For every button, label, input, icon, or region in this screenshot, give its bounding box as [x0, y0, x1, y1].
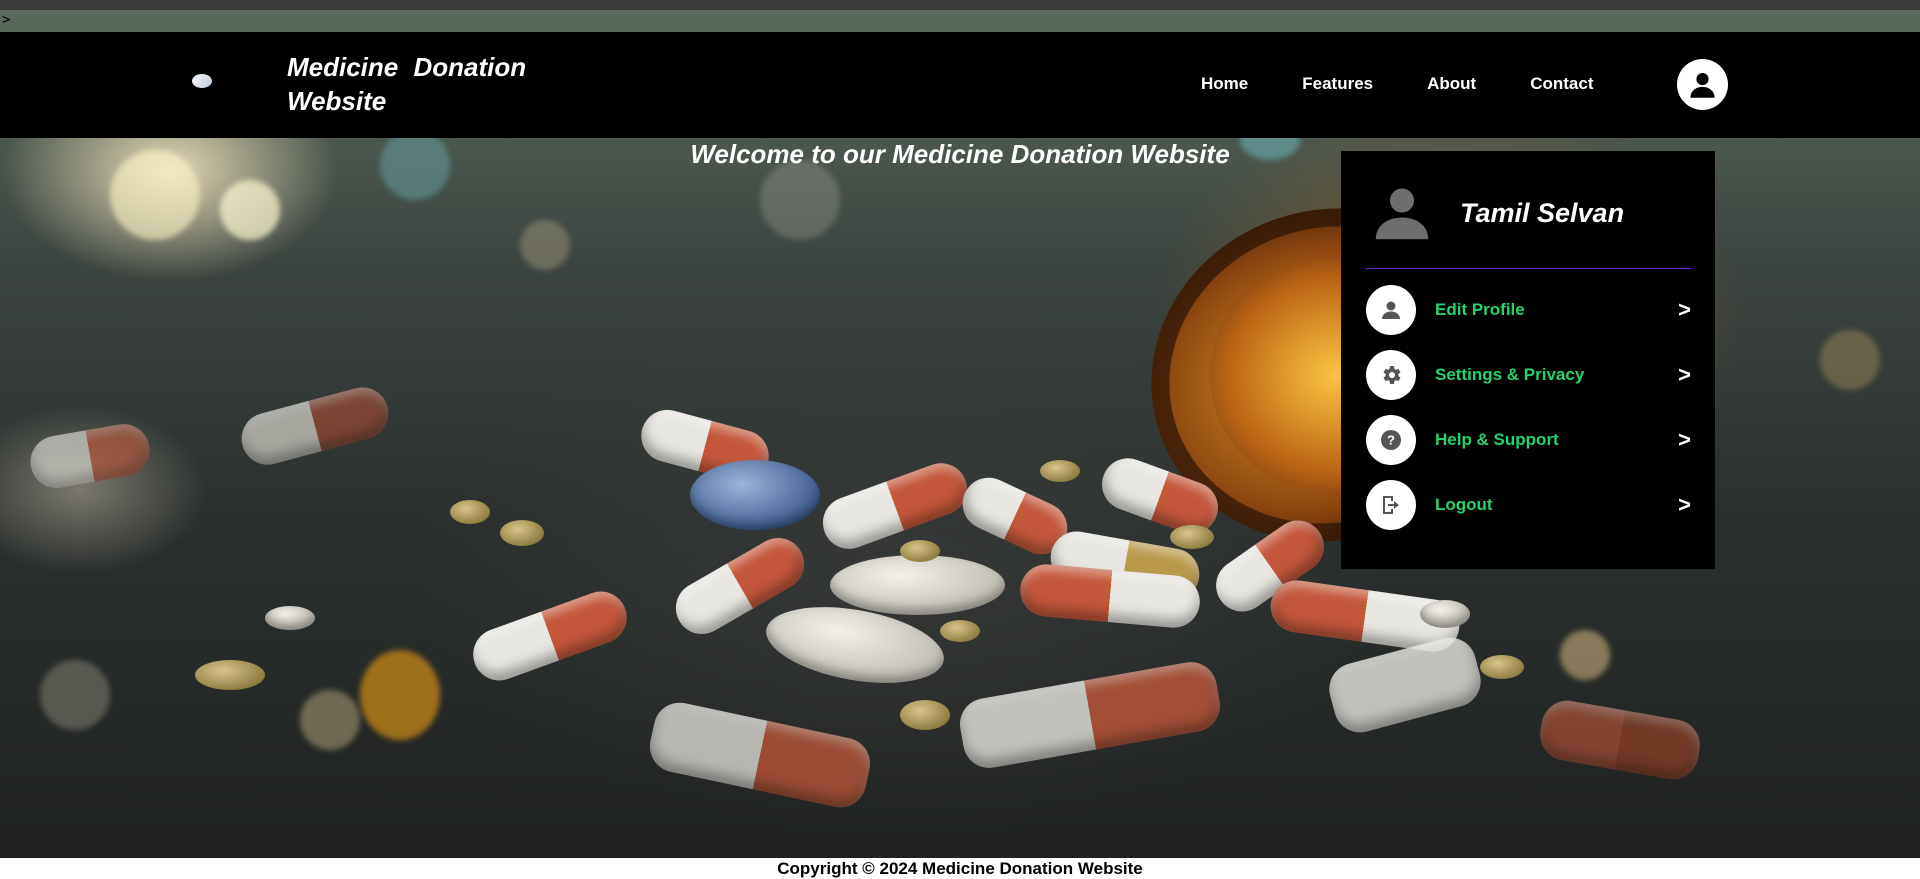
user-icon [1690, 73, 1715, 98]
chevron-right-icon: > [1678, 427, 1691, 452]
menu-label: Settings & Privacy [1435, 365, 1585, 384]
menu-item-logout[interactable]: Logout > [1366, 480, 1691, 530]
nav-features[interactable]: Features [1302, 74, 1373, 94]
navbar: Medicine Donation Website Home Features … [0, 32, 1920, 138]
copyright-text: Copyright © 2024 Medicine Donation Websi… [777, 859, 1143, 878]
chevron-right-icon: > [1678, 362, 1691, 387]
logout-icon [1383, 496, 1399, 514]
nav-contact[interactable]: Contact [1530, 74, 1593, 94]
footer: Copyright © 2024 Medicine Donation Websi… [0, 858, 1920, 879]
menu-divider [1366, 268, 1691, 269]
menu-label: Logout [1435, 495, 1493, 514]
brand-title[interactable]: Medicine Donation Website [287, 50, 587, 118]
stray-text: > [2, 12, 11, 28]
menu-icon-wrap: ? [1366, 415, 1416, 465]
svg-text:?: ? [1387, 433, 1395, 448]
menu-icon-wrap [1366, 285, 1416, 335]
user-avatar-button[interactable] [1677, 59, 1728, 110]
menu-item-settings-privacy[interactable]: Settings & Privacy > [1366, 350, 1691, 400]
profile-dropdown: Tamil Selvan Edit Profile > Settings & P… [1341, 151, 1715, 569]
nav-about[interactable]: About [1427, 74, 1476, 94]
menu-item-edit-profile[interactable]: Edit Profile > [1366, 285, 1691, 335]
pill-logo-icon [192, 74, 212, 88]
menu-label: Help & Support [1435, 430, 1559, 449]
menu-item-help-support[interactable]: ? Help & Support > [1366, 415, 1691, 465]
top-strip [0, 0, 1920, 10]
welcome-text: Welcome to our Medicine Donation Website [690, 139, 1230, 169]
menu-icon-wrap [1366, 480, 1416, 530]
gear-icon [1383, 366, 1401, 384]
question-icon: ? [1381, 430, 1401, 450]
menu-icon-wrap [1366, 350, 1416, 400]
user-avatar-icon [1375, 188, 1429, 240]
user-name: Tamil Selvan [1460, 197, 1625, 228]
main-nav: Home Features About Contact [1201, 74, 1647, 94]
user-info: Tamil Selvan [1372, 183, 1624, 243]
chevron-right-icon: > [1678, 297, 1691, 322]
chevron-right-icon: > [1678, 492, 1691, 517]
person-icon [1382, 301, 1400, 319]
nav-home[interactable]: Home [1201, 74, 1248, 94]
menu-label: Edit Profile [1435, 300, 1525, 319]
